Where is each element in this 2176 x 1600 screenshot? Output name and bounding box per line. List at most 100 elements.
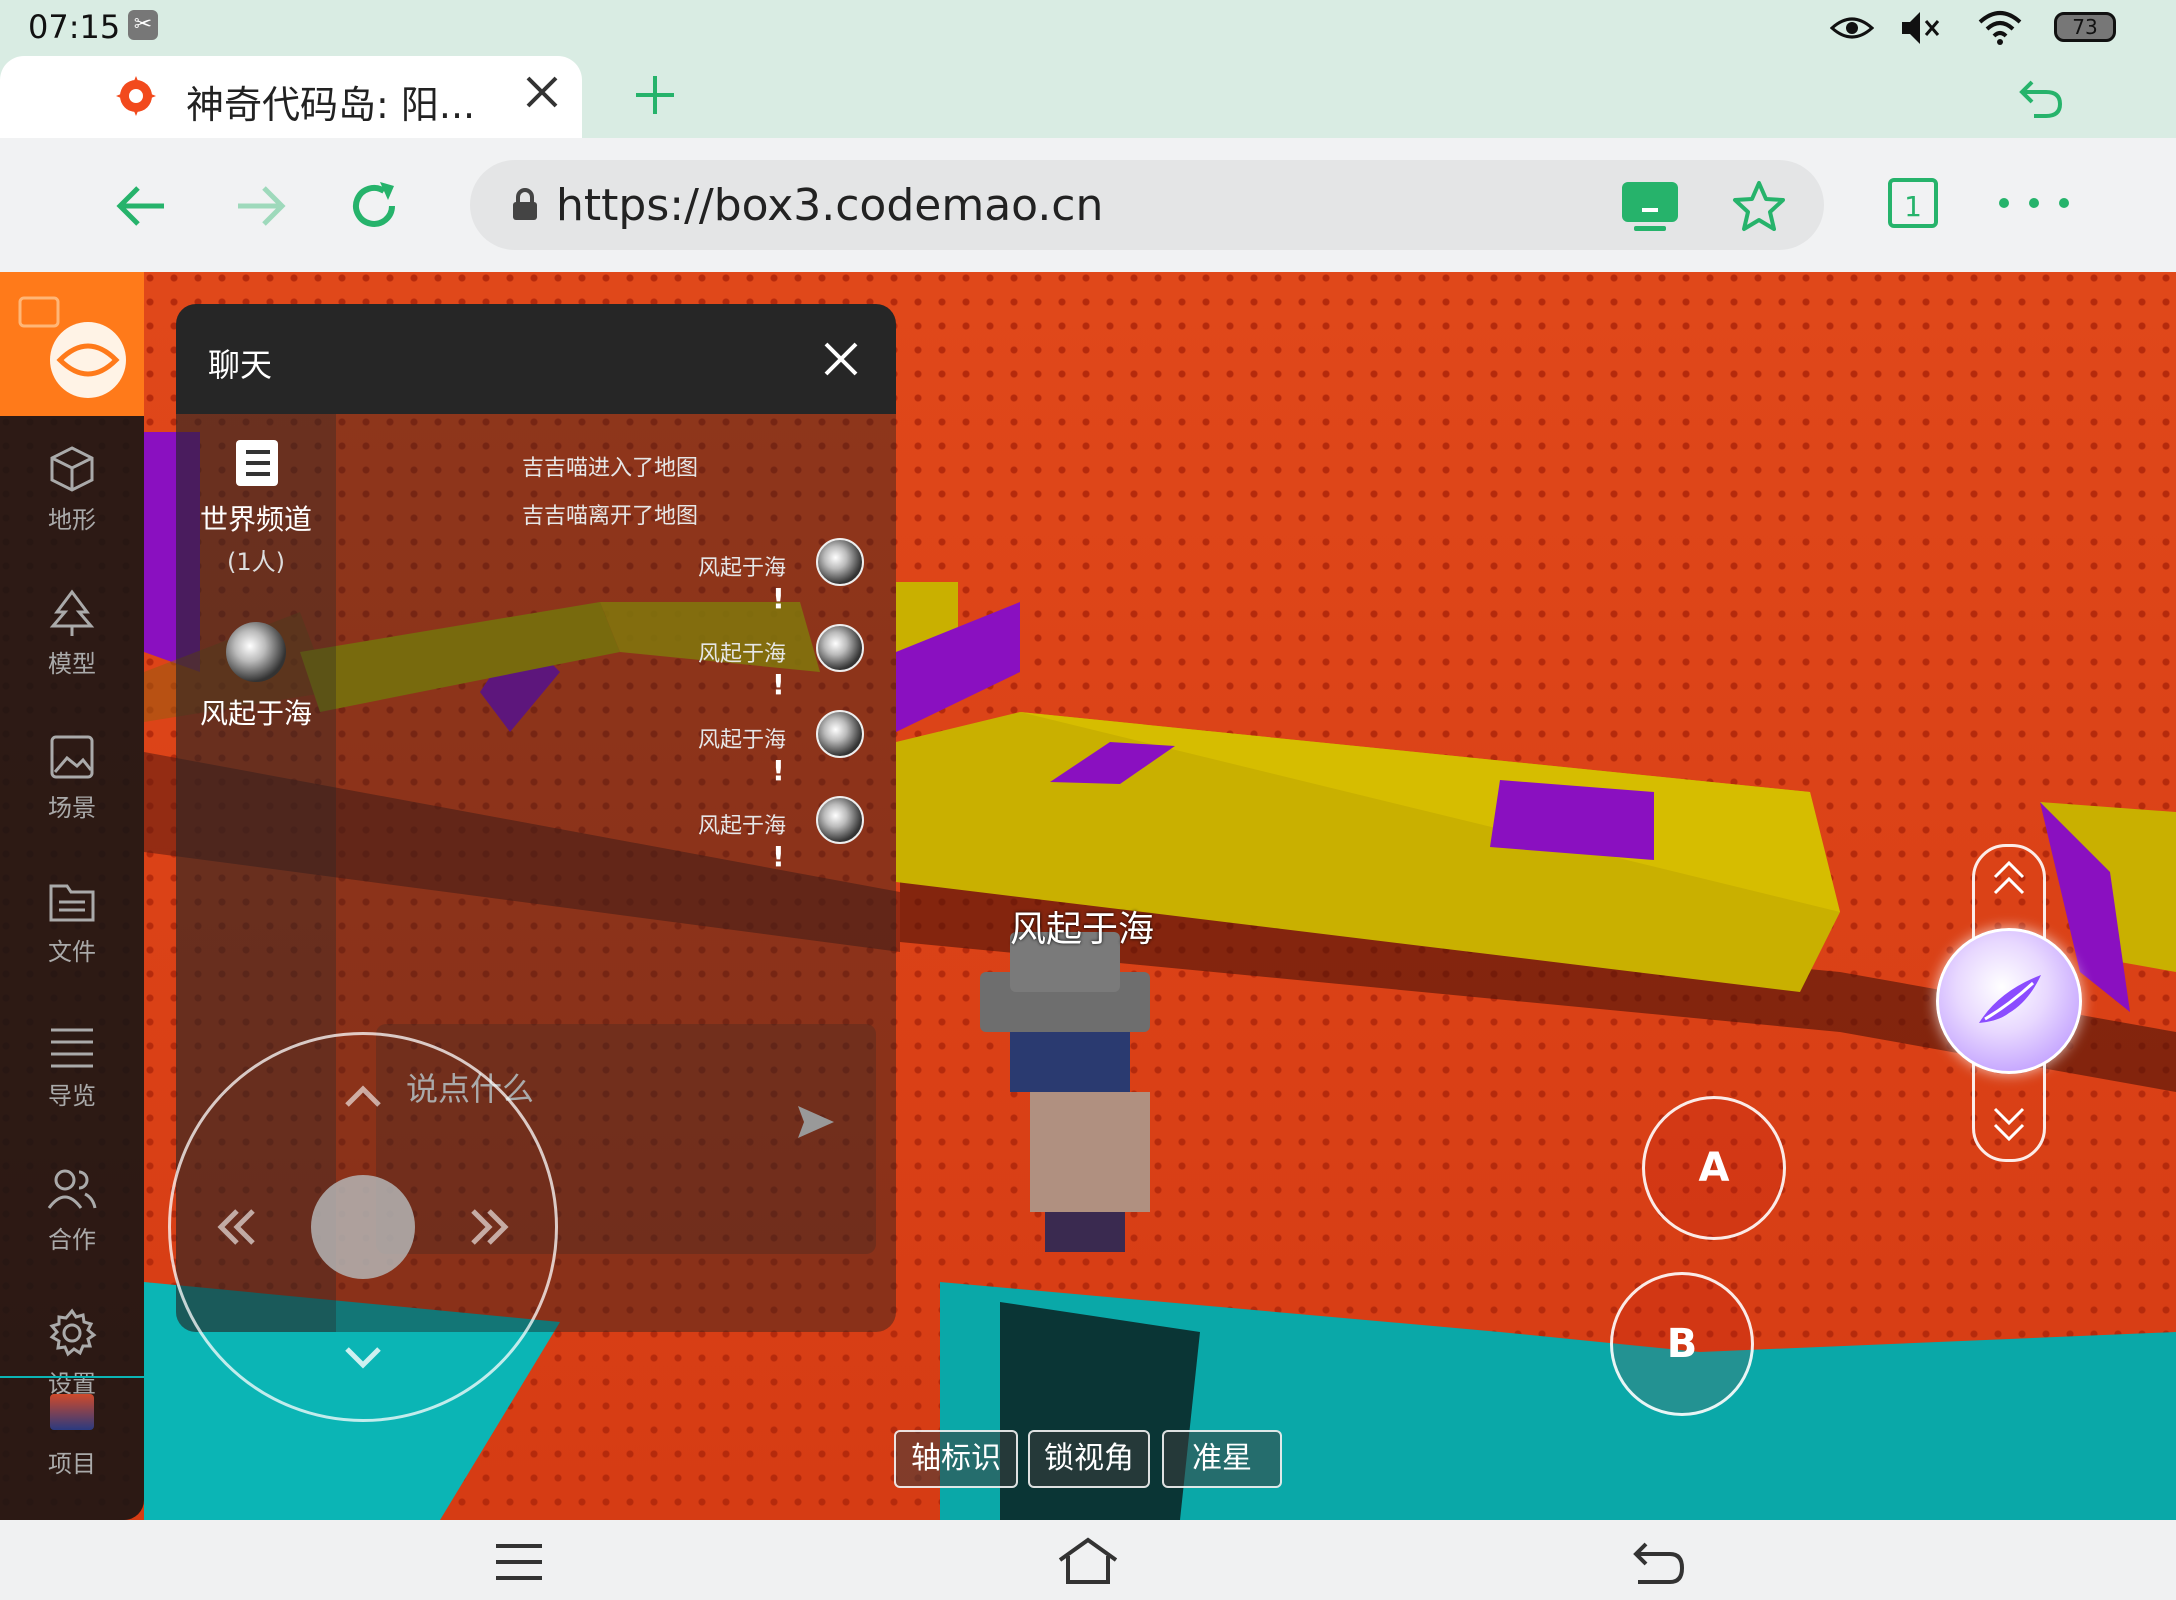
sidebar-item-label: 导览 bbox=[48, 1082, 96, 1110]
sidebar-item-scene[interactable]: 场景 bbox=[0, 718, 144, 848]
bookmark-star-icon[interactable] bbox=[1730, 178, 1788, 236]
lock-view-toggle[interactable]: 锁视角 bbox=[1028, 1430, 1150, 1488]
crosshair-toggle[interactable]: 准星 bbox=[1162, 1430, 1282, 1488]
joystick-up-icon bbox=[345, 1085, 381, 1107]
eye-icon bbox=[1830, 17, 1874, 39]
folder-icon bbox=[49, 884, 95, 922]
mute-icon bbox=[1902, 12, 1940, 44]
address-bar: https://box3.codemao.cn 1 bbox=[0, 138, 2176, 273]
channel-world[interactable]: 世界频道 (1人) bbox=[176, 438, 336, 578]
sidebar-item-collaborate[interactable]: 合作 bbox=[0, 1150, 144, 1280]
message-user: 风起于海 bbox=[698, 642, 787, 667]
cast-screen-icon[interactable] bbox=[1620, 180, 1680, 234]
system-message: 吉吉喵进入了地图 bbox=[522, 456, 699, 481]
new-tab-icon[interactable] bbox=[630, 70, 680, 120]
sidebar-item-label: 场景 bbox=[48, 794, 96, 822]
close-chat-icon[interactable] bbox=[822, 340, 860, 378]
fly-toggle-button[interactable] bbox=[1936, 928, 2082, 1074]
channel-name: 风起于海 bbox=[199, 697, 312, 730]
axis-marker-toggle[interactable]: 轴标识 bbox=[894, 1430, 1018, 1488]
url-field[interactable]: https://box3.codemao.cn bbox=[470, 160, 1824, 250]
send-icon[interactable] bbox=[796, 1104, 836, 1140]
message-text: ! bbox=[772, 840, 785, 873]
refresh-icon[interactable] bbox=[344, 176, 404, 236]
notification-icon: ✂ bbox=[128, 10, 158, 40]
home-icon[interactable] bbox=[1056, 1536, 1120, 1586]
tab-count-button[interactable]: 1 bbox=[1888, 178, 1938, 228]
fly-down-icon[interactable] bbox=[1989, 1097, 2029, 1147]
avatar bbox=[816, 796, 864, 844]
avatar bbox=[816, 624, 864, 672]
joystick-down-icon bbox=[345, 1347, 381, 1369]
menu-icon[interactable] bbox=[494, 1540, 544, 1584]
sidebar-item-settings[interactable]: 设置 bbox=[0, 1294, 144, 1394]
editor-sidebar: 地形 模型 场景 文件 导览 合作 设置 项目 bbox=[0, 272, 144, 1520]
list-icon bbox=[51, 1028, 93, 1068]
message-text: ! bbox=[772, 754, 785, 787]
action-a-button[interactable]: A bbox=[1642, 1096, 1786, 1240]
avatar bbox=[816, 538, 864, 586]
message-text: ! bbox=[772, 582, 785, 615]
chat-header: 聊天 bbox=[176, 304, 896, 414]
message-text: ! bbox=[772, 668, 785, 701]
battery-icon: 73 bbox=[2054, 12, 2116, 42]
users-icon bbox=[47, 1169, 97, 1209]
forward-icon[interactable] bbox=[230, 176, 290, 236]
system-nav-bar bbox=[0, 1520, 2176, 1600]
message-user: 风起于海 bbox=[698, 556, 787, 581]
box3-logo[interactable] bbox=[0, 272, 144, 416]
cube-icon bbox=[50, 446, 94, 492]
player-nametag: 风起于海 bbox=[1010, 909, 1155, 950]
joystick-knob[interactable] bbox=[311, 1175, 415, 1279]
avatar bbox=[226, 622, 286, 682]
sidebar-divider bbox=[0, 1376, 144, 1378]
more-menu-icon[interactable] bbox=[1994, 188, 2074, 218]
action-b-button[interactable]: B bbox=[1610, 1272, 1754, 1416]
system-back-icon[interactable] bbox=[1630, 1538, 1686, 1586]
sidebar-item-label: 模型 bbox=[48, 650, 96, 678]
tab-bar: 神奇代码岛: 阳... bbox=[0, 56, 2176, 138]
chat-title: 聊天 bbox=[208, 346, 273, 384]
box3-logo-icon bbox=[18, 296, 126, 398]
sidebar-item-files[interactable]: 文件 bbox=[0, 862, 144, 992]
image-icon bbox=[50, 735, 94, 779]
wifi-icon bbox=[1978, 11, 2022, 45]
sidebar-item-label: 地形 bbox=[48, 506, 96, 534]
url-text: https://box3.codemao.cn bbox=[556, 180, 1104, 231]
channel-user[interactable]: 风起于海 bbox=[176, 622, 336, 732]
lock-icon bbox=[513, 188, 537, 220]
fly-up-icon[interactable] bbox=[1989, 855, 2029, 905]
avatar bbox=[816, 710, 864, 758]
status-time: 07:15 bbox=[28, 8, 121, 46]
joystick-left-icon bbox=[217, 1209, 255, 1245]
system-message: 吉吉喵离开了地图 bbox=[522, 504, 699, 529]
wing-icon bbox=[1979, 975, 2041, 1023]
sidebar-item-label: 文件 bbox=[48, 938, 96, 966]
tab-count: 1 bbox=[1904, 190, 1922, 223]
joystick-right-icon bbox=[471, 1209, 509, 1245]
sidebar-item-model[interactable]: 模型 bbox=[0, 574, 144, 704]
status-bar: 07:15 ✂ 73 bbox=[0, 0, 2176, 56]
message-user: 风起于海 bbox=[698, 814, 787, 839]
close-tab-icon[interactable] bbox=[520, 70, 564, 114]
world-channel-icon bbox=[236, 440, 278, 486]
movement-joystick[interactable] bbox=[168, 1032, 558, 1422]
active-tab[interactable]: 神奇代码岛: 阳... bbox=[0, 56, 582, 138]
channel-name: 世界频道 bbox=[199, 503, 312, 536]
sidebar-item-project[interactable]: 项目 bbox=[0, 1382, 144, 1512]
message-user: 风起于海 bbox=[698, 728, 787, 753]
sidebar-item-label: 合作 bbox=[48, 1226, 96, 1254]
channel-member-count: (1人) bbox=[227, 548, 285, 576]
sidebar-project-label: 项目 bbox=[48, 1450, 96, 1478]
back-icon[interactable] bbox=[112, 176, 172, 236]
codemao-favicon-icon bbox=[116, 76, 156, 116]
project-thumbnail bbox=[50, 1394, 94, 1430]
sidebar-item-terrain[interactable]: 地形 bbox=[0, 430, 144, 560]
tree-icon bbox=[49, 589, 95, 636]
undo-icon[interactable] bbox=[2014, 70, 2068, 124]
gear-icon bbox=[49, 1308, 97, 1357]
sidebar-item-navigation[interactable]: 导览 bbox=[0, 1006, 144, 1136]
game-viewport[interactable]: 风起于海 地形 模型 场景 文件 导览 合作 设置 项目 聊天 世界频道 (1人… bbox=[0, 272, 2176, 1520]
battery-level: 73 bbox=[2072, 15, 2098, 39]
tab-title: 神奇代码岛: 阳... bbox=[186, 83, 476, 127]
